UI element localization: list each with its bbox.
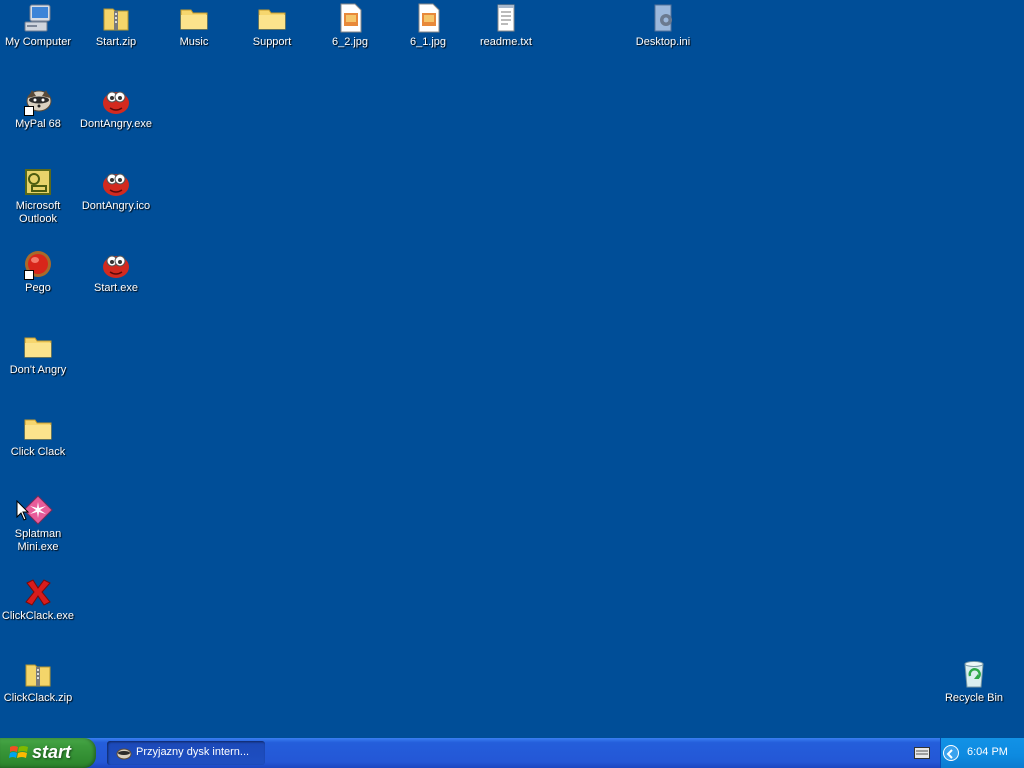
icon-label: 6_1.jpg [409,36,447,48]
desktop-icon-dontangry-exe[interactable]: DontAngry.exe [78,82,154,162]
desktop-icon-music[interactable]: Music [156,0,232,80]
desktop-icon-dontangry-ico[interactable]: DontAngry.ico [78,164,154,244]
zip-folder-icon [25,664,51,687]
taskbar-button-przyjazny-dysk[interactable]: Przyjazny dysk intern... [107,741,265,765]
shortcut-arrow-icon [24,106,34,116]
desktop-icon-readme-txt[interactable]: readme.txt [468,0,544,80]
desktop-icon-pego[interactable]: Pego [0,246,76,326]
desktop-icon-splatman-mini-exe[interactable]: Splatman Mini.exe [0,492,76,572]
red-x-icon [25,579,51,606]
chevron-left-icon [946,749,953,759]
icon-label: Recycle Bin [944,692,1004,704]
folder-icon [180,9,208,30]
desktop-icon-recycle-bin[interactable]: Recycle Bin [936,656,1012,736]
start-button[interactable]: start [0,738,96,768]
keyboard-icon[interactable] [914,747,930,759]
desktop-icon-click-clack-folder[interactable]: Click Clack [0,410,76,490]
desktop-icon-clickclack-exe[interactable]: ClickClack.exe [0,574,76,654]
recycle-bin-icon [964,661,984,688]
folder-icon [24,419,52,440]
red-ball-creature-icon [103,255,129,278]
image-file-icon [418,3,440,33]
icon-label: Music [179,36,209,48]
folder-icon [258,9,286,30]
icon-label: DontAngry.ico [81,200,151,212]
my-computer-icon [24,4,51,32]
taskbar: start Przyjazny dysk intern... 6:04 PM [0,738,1024,768]
mouse-pointer-icon [16,500,30,521]
icon-label: Don't Angry [9,364,67,376]
raccoon-browser-icon [116,748,132,760]
taskbar-button-label: Przyjazny dysk intern... [136,746,250,758]
icon-label: Support [252,36,292,48]
image-file-icon [340,3,362,33]
icon-label: My Computer [4,36,72,48]
icon-label: Splatman Mini.exe [14,528,62,553]
icon-label: Start.zip [95,36,137,48]
start-label: start [32,742,72,762]
desktop-icon-6-1-jpg[interactable]: 6_1.jpg [390,0,466,80]
clock[interactable]: 6:04 PM [967,746,1008,758]
icon-label: MyPal 68 [15,118,61,130]
desktop-icon-desktop-ini[interactable]: Desktop.ini [625,0,701,80]
icon-label: ClickClack.exe [1,610,75,622]
desktop-icon-clickclack-zip[interactable]: ClickClack.zip [0,656,76,736]
icon-label: readme.txt [480,36,532,48]
folder-icon [24,337,52,358]
windows-flag-icon [9,746,28,758]
desktop-icon-support[interactable]: Support [234,0,310,80]
desktop-icon-dont-angry-folder[interactable]: Don't Angry [0,328,76,408]
zip-folder-icon [103,8,129,31]
desktop-icon-start-zip[interactable]: Start.zip [78,0,154,80]
shortcut-arrow-icon [24,270,34,280]
outlook-icon [25,169,51,195]
desktop-icon-my-computer[interactable]: My Computer [0,0,76,80]
red-ball-creature-icon [103,173,129,196]
system-tray: 6:04 PM [940,738,1024,768]
icon-label: Microsoft Outlook [15,200,61,225]
icon-label: DontAngry.exe [80,118,152,130]
icon-label: Desktop.ini [635,36,691,48]
desktop: My Computer Start.zip Music Support 6_2.… [0,0,1024,738]
config-file-icon [654,4,672,32]
text-file-icon [497,4,515,32]
icon-label: 6_2.jpg [331,36,369,48]
red-ball-creature-icon [103,91,129,114]
icon-label: ClickClack.zip [3,692,73,704]
desktop-icon-start-exe[interactable]: Start.exe [78,246,154,326]
icon-label: Pego [25,282,51,294]
icon-label: Start.exe [93,282,139,294]
desktop-icon-6-2-jpg[interactable]: 6_2.jpg [312,0,388,80]
show-hidden-icons-button[interactable] [943,745,959,761]
icon-label: Click Clack [10,446,66,458]
desktop-icon-mypal-68[interactable]: MyPal 68 [0,82,76,162]
desktop-icon-microsoft-outlook[interactable]: Microsoft Outlook [0,164,76,244]
